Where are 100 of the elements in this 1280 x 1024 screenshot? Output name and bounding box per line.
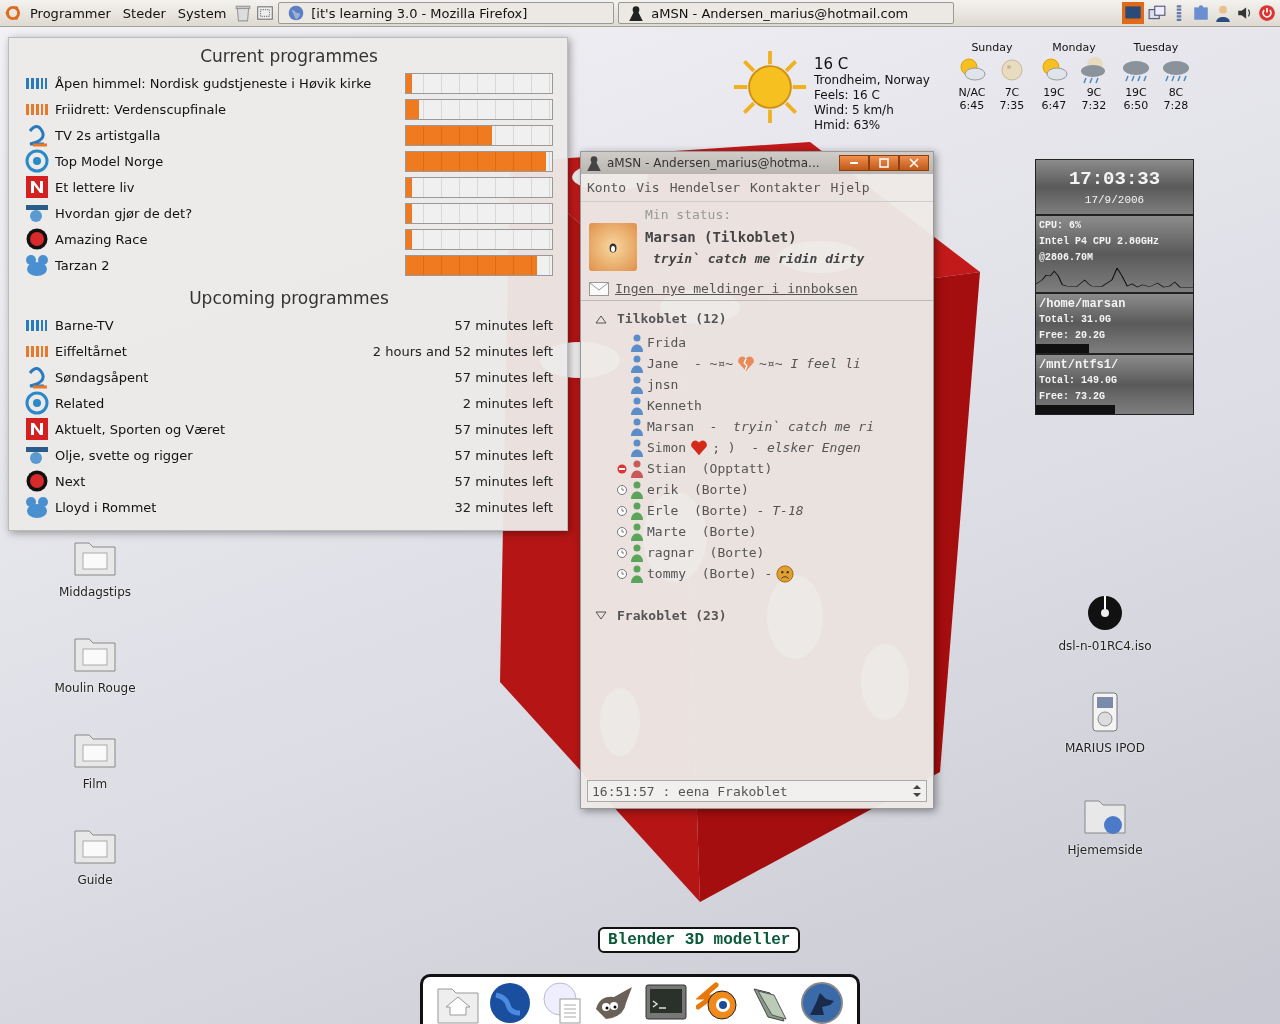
cpu-speed: @2806.70M: [1039, 251, 1094, 265]
contact-item[interactable]: Frida: [581, 332, 933, 353]
contact-item[interactable]: ragnar (Borte): [581, 542, 933, 563]
workspace-icon[interactable]: [1122, 2, 1144, 24]
contact-item[interactable]: Marte (Borte): [581, 521, 933, 542]
desktop-icon-label[interactable]: Middagstips: [58, 585, 132, 599]
cpu-model: Intel P4 CPU 2.80GHz: [1039, 235, 1161, 249]
globe-icon: [287, 4, 306, 22]
desktop-icon-label[interactable]: MARIUS IPOD: [1064, 741, 1146, 755]
channel-logo-icon: [25, 227, 49, 251]
menu-item[interactable]: Vis: [636, 180, 660, 195]
contact-item[interactable]: Simon ; ) - elsker Engen: [581, 437, 933, 458]
contact-item[interactable]: Jane - ~¤~ ~¤~ I feel li: [581, 353, 933, 374]
status-log-field[interactable]: 16:51:57 : eena Frakoblet: [587, 780, 927, 802]
forecast-day: Tuesday: [1133, 41, 1179, 54]
contact-text: Erle (Borte) - T-18: [647, 503, 804, 518]
contact-item[interactable]: Marsan - tryin` catch me ri: [581, 416, 933, 437]
menu-item[interactable]: Hendelser: [669, 180, 741, 195]
person-icon: [631, 459, 643, 478]
programme-title: Related: [55, 395, 106, 411]
forecast-temperature: N/AC: [958, 86, 986, 99]
sad-face-icon: [776, 564, 795, 583]
minimize-button[interactable]: [839, 155, 869, 171]
panel-menu[interactable]: Programmer: [26, 5, 115, 21]
trash-icon[interactable]: [234, 4, 253, 22]
temperature: 16 C: [814, 55, 850, 73]
screenshot-icon[interactable]: [256, 4, 275, 22]
forecast-temperature: 19C: [1125, 86, 1147, 99]
programme-title: Et lettere liv: [55, 179, 136, 195]
contact-text: Marte (Borte): [647, 524, 757, 539]
humidity: Hmid: 63%: [814, 118, 882, 133]
sun-cloud-icon: [1039, 56, 1068, 84]
contact-item[interactable]: Stian (Opptatt): [581, 458, 933, 479]
envelope-icon: [589, 281, 609, 296]
time-remaining: 2 minutes left: [462, 395, 553, 411]
channel-logo-icon: [25, 253, 49, 277]
contact-item[interactable]: erik (Borte): [581, 479, 933, 500]
close-button[interactable]: [899, 155, 929, 171]
person-icon: [631, 396, 643, 415]
clock-icon: [617, 484, 627, 495]
maximize-button[interactable]: [869, 155, 899, 171]
spinner-arrows-icon[interactable]: [912, 783, 922, 799]
programme-title: Åpen himmel: Nordisk gudstjeneste i Høvik kirke: [55, 75, 373, 91]
taskbar-button[interactable]: aMSN - Andersen_marius@hotmail.com: [618, 2, 955, 24]
desktop-icon-label[interactable]: dsl-n-01RC4.iso: [1058, 639, 1152, 653]
taskbar-button[interactable]: [it's learning 3.0 - Mozilla Firefox]: [278, 2, 615, 24]
time-remaining: 57 minutes left: [454, 447, 553, 463]
desktop-icon-label[interactable]: Film: [82, 777, 108, 791]
minimize-icon: [849, 161, 859, 165]
desktop-icon-label[interactable]: Moulin Rouge: [54, 681, 136, 695]
inbox-link[interactable]: Ingen nye meldinger i innboksen: [615, 281, 858, 296]
contact-text: ~¤~ I feel li: [759, 356, 861, 371]
time-remaining: 57 minutes left: [454, 317, 553, 333]
user-icon[interactable]: [1214, 4, 1232, 22]
panel-title: Current programmes: [199, 45, 379, 68]
power-icon[interactable]: [1258, 4, 1276, 22]
avatar-picture: [589, 223, 637, 271]
menu-item[interactable]: Hjelp: [830, 180, 870, 195]
clock-time: 17:03:33: [1068, 168, 1161, 190]
personal-message[interactable]: tryin` catch me ridin dirty: [645, 250, 865, 266]
disk-total: Total: 149.0G: [1039, 374, 1118, 388]
contact-item[interactable]: jnsn: [581, 374, 933, 395]
heart-icon: [690, 438, 709, 457]
contact-group[interactable]: Tilkoblet (12): [581, 307, 933, 330]
user-status[interactable]: Marsan (Tilkoblet): [645, 228, 865, 245]
contact-text: erik (Borte): [647, 482, 749, 497]
panel-menu[interactable]: System: [173, 5, 231, 21]
contact-item[interactable]: tommy (Borte) -: [581, 563, 933, 584]
forecast-time: 7:32: [1081, 99, 1107, 112]
menu-item[interactable]: Kontakter: [750, 180, 821, 195]
contact-group[interactable]: Frakoblet (23): [581, 604, 933, 627]
windows-icon[interactable]: [1148, 4, 1166, 22]
disk-path: /home/marsan: [1039, 296, 1127, 312]
desktop-icon-label[interactable]: Guide: [77, 873, 113, 887]
forecast-time: 6:45: [959, 99, 985, 112]
time-remaining: 2 hours and 52 minutes left: [372, 343, 553, 359]
contact-item[interactable]: Erle (Borte) - T-18: [581, 500, 933, 521]
wolf-icon[interactable]: [800, 981, 844, 1024]
time-remaining: 57 minutes left: [454, 473, 553, 489]
circle-logo-icon[interactable]: [4, 4, 22, 22]
programme-title: Tarzan 2: [55, 257, 111, 273]
disk-free: Free: 73.2G: [1039, 390, 1106, 404]
contact-text: Simon: [647, 440, 687, 455]
person-icon: [631, 564, 643, 583]
location: Trondheim, Norway: [814, 73, 930, 88]
programme-title: Friidrett: Verdenscupfinale: [55, 101, 228, 117]
contact-text: Frida: [647, 335, 687, 350]
channel-logo-icon: [25, 469, 49, 493]
panel-menu[interactable]: Steder: [118, 5, 170, 21]
person-icon: [631, 501, 643, 520]
forecast-time: 6:47: [1041, 99, 1067, 112]
contact-text: tommy (Borte) -: [647, 566, 773, 581]
status-label: Min status:: [644, 207, 732, 222]
sun-cloud-icon: [957, 56, 986, 84]
contact-item[interactable]: Kenneth: [581, 395, 933, 416]
desktop-icon-label[interactable]: Hjememside: [1067, 843, 1143, 857]
expanded-triangle-icon: [595, 313, 607, 324]
menu-item[interactable]: Konto: [587, 180, 627, 195]
clock-icon: [617, 547, 627, 558]
globe-icon[interactable]: [488, 981, 532, 1024]
